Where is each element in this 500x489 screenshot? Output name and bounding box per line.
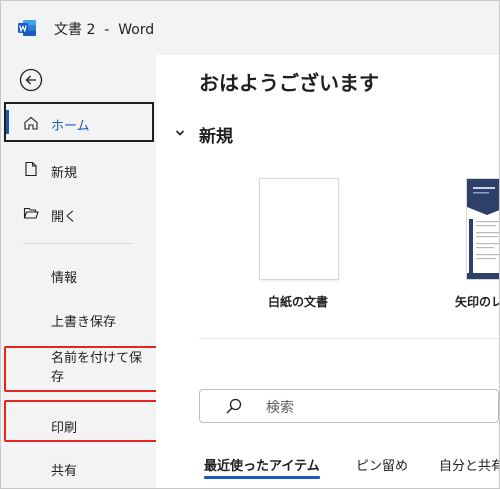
sidebar-item-label: 共有: [51, 464, 78, 479]
sidebar-item-label: 上書き保存: [51, 315, 117, 330]
new-document-icon: [25, 161, 37, 177]
new-section-title: 新規: [199, 127, 233, 147]
search-icon: [226, 398, 242, 414]
template-label: 白紙の文書: [267, 295, 328, 309]
backstage-home-content: おはようございます 新規 白紙の文書 矢印のレ 検索 最近使ったアイテム ピン留…: [156, 55, 499, 488]
sidebar-item-open[interactable]: 開く: [1, 206, 156, 226]
word-logo-icon: [18, 20, 36, 36]
tab-selected-underline: [204, 476, 320, 479]
template-arrow-thumbnail[interactable]: [466, 178, 499, 280]
word-backstage-window: 文書 2 - Word ホーム 新規 開く 情報 上書き保存 名前を付けて保存 …: [0, 0, 500, 489]
section-divider: [199, 338, 499, 339]
sidebar-item-label: 情報: [51, 271, 78, 286]
template-label: 矢印のレ: [455, 295, 500, 309]
tab-label: 自分と共有: [439, 459, 500, 474]
highlight-print: [4, 400, 158, 442]
back-arrow-icon[interactable]: [19, 68, 43, 92]
tab-label: 最近使ったアイテム: [204, 459, 320, 474]
sidebar-item-label: ホーム: [51, 119, 90, 134]
window-title: 文書 2 - Word: [54, 22, 155, 38]
tab-recent[interactable]: 最近使ったアイテム: [204, 455, 320, 479]
tab-pinned[interactable]: ピン留め: [356, 455, 408, 474]
backstage-sidebar: ホーム 新規 開く 情報 上書き保存 名前を付けて保存 印刷 共有: [1, 55, 158, 488]
search-placeholder: 検索: [266, 400, 294, 416]
template-arrow-preview: [467, 179, 499, 279]
folder-open-icon: [23, 207, 39, 219]
greeting-heading: おはようございます: [199, 71, 379, 95]
sidebar-divider: [23, 243, 133, 244]
sidebar-item-new[interactable]: 新規: [1, 161, 156, 182]
sidebar-item-label: 新規: [51, 166, 78, 181]
template-blank-document[interactable]: [259, 178, 339, 280]
selected-indicator: [6, 110, 9, 134]
sidebar-item-home[interactable]: ホーム: [4, 102, 154, 142]
tab-label: ピン留め: [356, 459, 409, 474]
title-bar: 文書 2 - Word: [1, 1, 499, 55]
highlight-save-as: [4, 346, 158, 392]
chevron-down-icon[interactable]: [174, 127, 186, 139]
tab-shared-with-me[interactable]: 自分と共有: [439, 455, 500, 474]
home-icon: [24, 116, 38, 130]
sidebar-item-label: 開く: [51, 210, 78, 225]
search-box[interactable]: 検索: [199, 389, 499, 423]
